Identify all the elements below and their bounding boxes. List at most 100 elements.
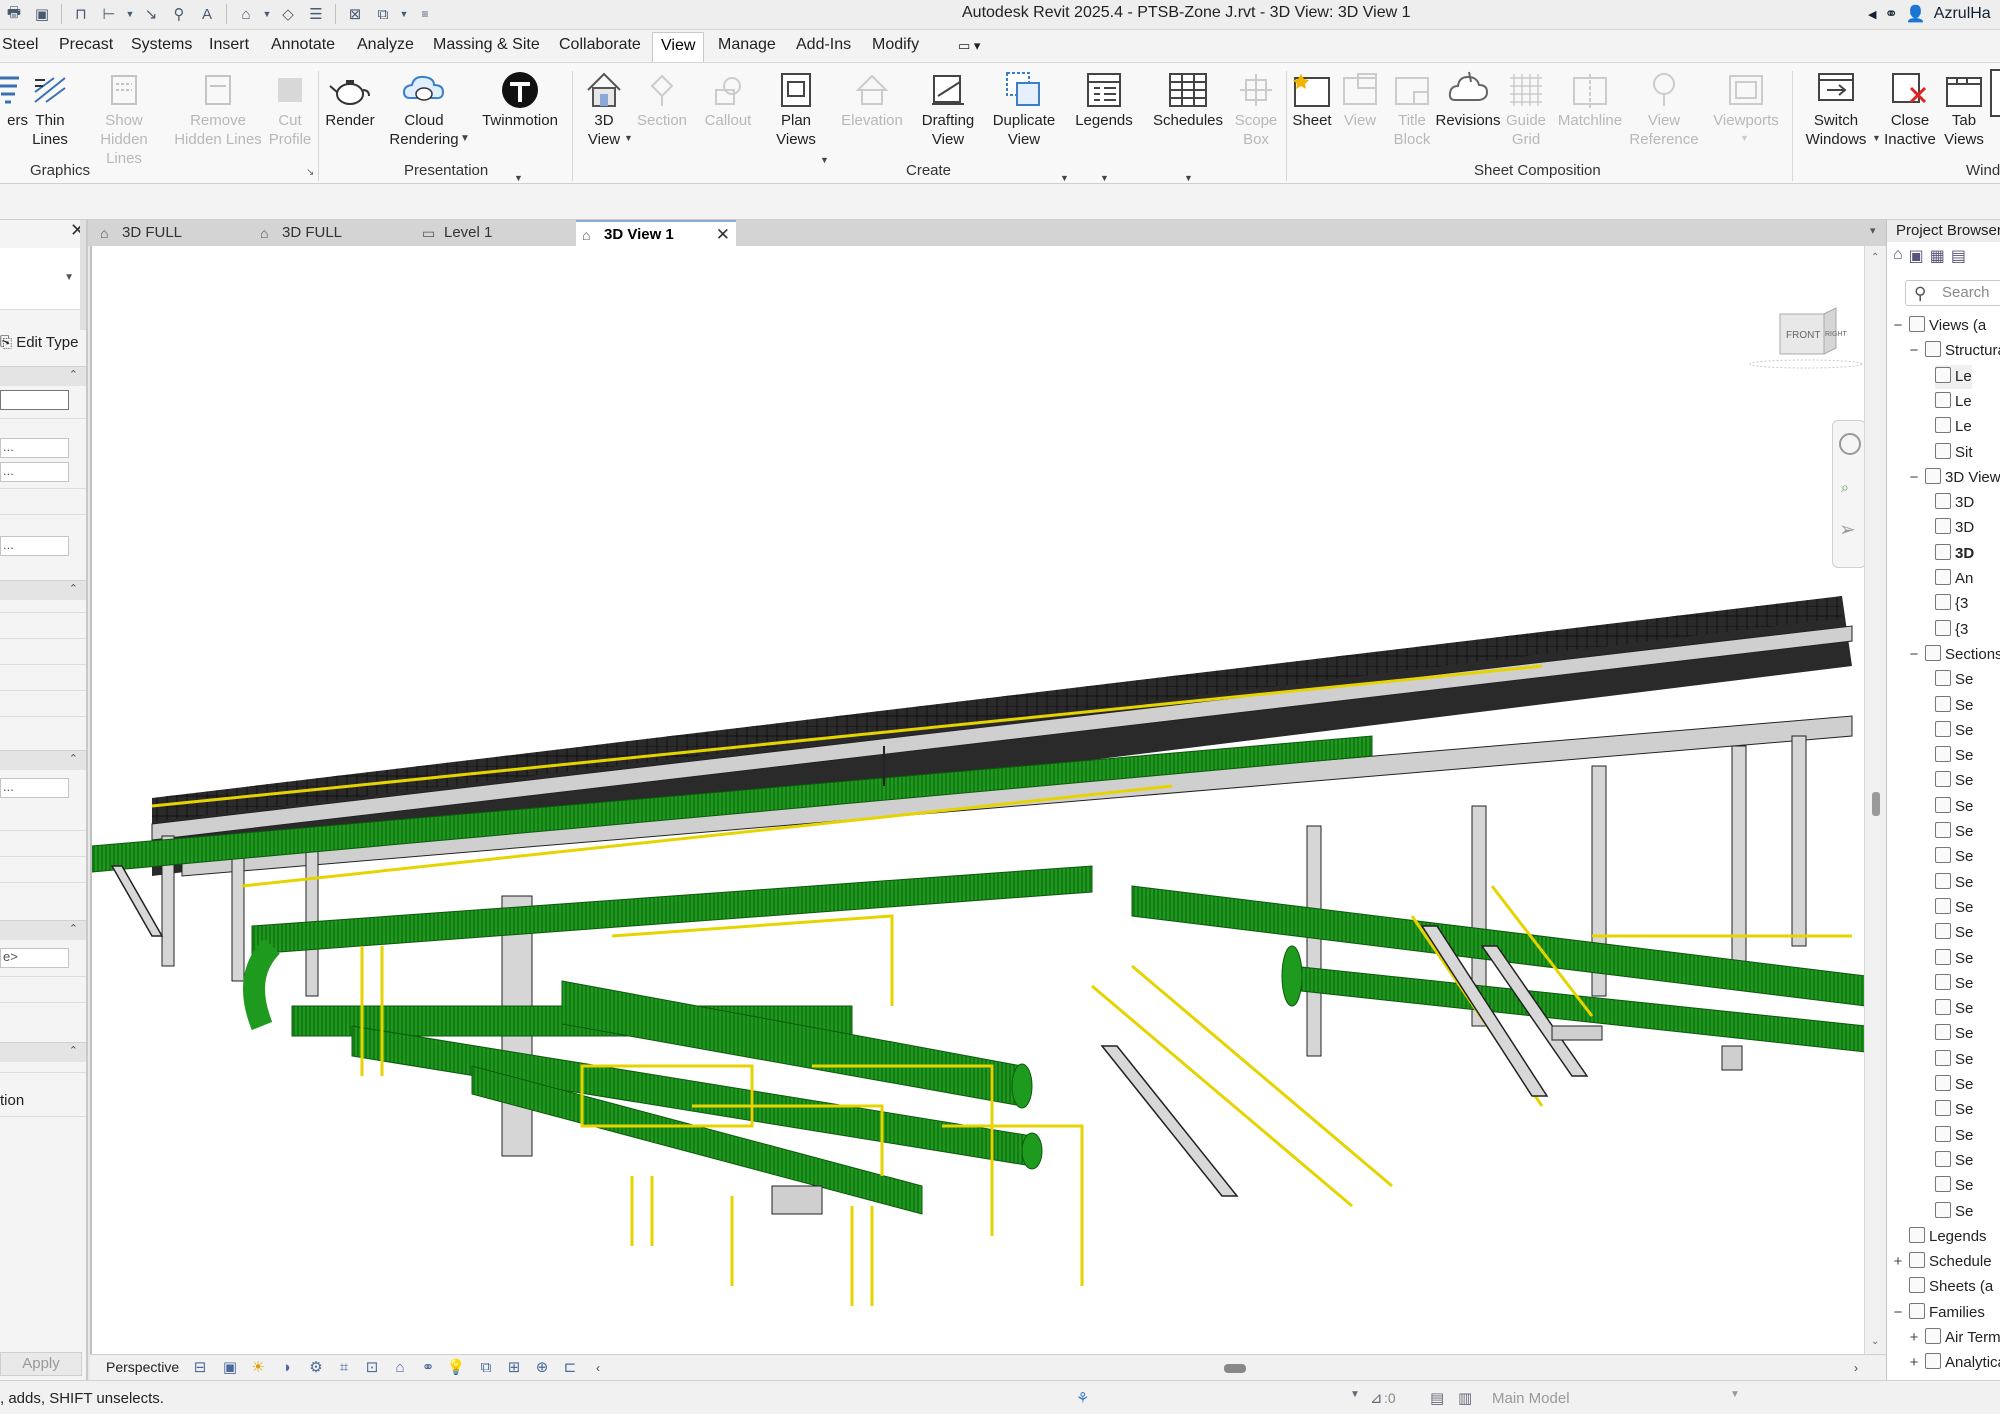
editing-requests-icon[interactable]: ▥: [1458, 1389, 1472, 1407]
detail-level-icon[interactable]: ⊟: [190, 1359, 210, 1377]
shadows-icon[interactable]: ◑: [276, 1359, 296, 1377]
pan-icon[interactable]: ➢: [1839, 517, 1856, 542]
tree-node[interactable]: Sheets (a: [1891, 1275, 1993, 1299]
tree-node[interactable]: Se: [1935, 744, 1973, 768]
tree-node[interactable]: Le: [1935, 415, 1972, 439]
properties-section-header[interactable]: ⌃: [0, 750, 86, 770]
tree-node[interactable]: Se: [1935, 1022, 1973, 1046]
tree-node[interactable]: Se: [1935, 769, 1973, 793]
3d-model-canvas[interactable]: [92, 246, 1866, 1354]
temporary-hide-icon[interactable]: ⚭: [418, 1359, 438, 1377]
scroll-down-icon[interactable]: ⌄: [1871, 1336, 1879, 1347]
selection-filter-icon[interactable]: ⊿: [1370, 1389, 1383, 1407]
apply-button[interactable]: Apply: [0, 1352, 82, 1376]
tree-node[interactable]: + Air Termi: [1907, 1326, 2000, 1350]
design-options-icon[interactable]: ▤: [1430, 1389, 1444, 1407]
twinmotion-dropdown-icon[interactable]: ▼: [514, 173, 523, 183]
properties-section-header[interactable]: ⌃: [0, 580, 86, 600]
viewports-button[interactable]: Viewports: [1704, 69, 1788, 130]
expand-toggle-icon[interactable]: −: [1907, 643, 1921, 667]
dropdown-icon[interactable]: ▼: [125, 3, 135, 25]
viewcube[interactable]: FRONT RIGHT: [1746, 306, 1863, 369]
property-button-field[interactable]: ...: [0, 778, 69, 798]
tree-node[interactable]: Se: [1935, 668, 1973, 692]
tree-node[interactable]: Se: [1935, 1098, 1973, 1122]
tree-node[interactable]: Se: [1935, 871, 1973, 895]
matchline-button[interactable]: Matchline: [1548, 69, 1632, 130]
view-tab-3d-full-2[interactable]: ⌂ 3D FULL: [254, 220, 414, 246]
tree-node[interactable]: Le: [1935, 365, 1972, 389]
view-tab-3d-view-1[interactable]: ⌂ 3D View 1 ✕: [576, 220, 736, 246]
dropdown-icon[interactable]: ▼: [262, 3, 272, 25]
viewports-dropdown-icon[interactable]: ▼: [1740, 133, 1749, 143]
section-icon[interactable]: ◇: [276, 3, 300, 25]
switch-windows-icon[interactable]: ⧉: [371, 3, 395, 25]
zoom-icon[interactable]: ⌕: [1841, 479, 1857, 495]
cloud-rendering-dropdown-icon[interactable]: ▼: [460, 133, 470, 144]
print-icon[interactable]: 🖶: [2, 3, 26, 25]
edit-type-button[interactable]: ⎘ Edit Type: [0, 334, 78, 351]
expand-icon[interactable]: ▣: [1909, 246, 1924, 266]
tree-node[interactable]: Se: [1935, 820, 1973, 844]
property-button-field[interactable]: ...: [0, 536, 69, 556]
close-inactive-icon[interactable]: ⊠: [343, 3, 367, 25]
tab-steel[interactable]: Steel: [2, 36, 38, 54]
tree-node[interactable]: + Analytica: [1907, 1351, 2000, 1375]
view-filter-icon[interactable]: ▦: [1930, 246, 1945, 266]
analytical-model-icon[interactable]: ⊕: [532, 1359, 552, 1377]
tree-node[interactable]: Se: [1935, 997, 1973, 1021]
show-crop-region-icon[interactable]: ⊡: [362, 1359, 382, 1377]
properties-section-header[interactable]: ⌃: [0, 920, 86, 940]
tree-node[interactable]: Se: [1935, 694, 1973, 718]
tab-collaborate[interactable]: Collaborate: [559, 36, 641, 54]
expand-toggle-icon[interactable]: −: [1891, 314, 1905, 338]
3d-view-dropdown-icon[interactable]: ▼: [624, 133, 633, 143]
viewcube-right-face[interactable]: RIGHT: [1825, 331, 1848, 338]
drafting-view-button[interactable]: Drafting View: [908, 69, 988, 149]
tile-views-icon[interactable]: [1990, 69, 2000, 117]
view-tab-3d-full-1[interactable]: ⌂ 3D FULL: [94, 220, 252, 246]
tab-add-ins[interactable]: Add-Ins: [796, 36, 851, 54]
thin-lines-button[interactable]: Thin Lines: [10, 69, 90, 149]
elevation-button[interactable]: Elevation: [830, 69, 914, 130]
home-icon[interactable]: ⌂: [1893, 246, 1903, 266]
properties-section-header[interactable]: ⌃: [0, 1042, 86, 1062]
legends-dropdown-icon[interactable]: ▼: [1100, 173, 1109, 183]
expand-toggle-icon[interactable]: −: [1891, 1301, 1905, 1325]
binoculars-icon[interactable]: ⚭: [1884, 4, 1897, 24]
tree-node[interactable]: Se: [1935, 1048, 1973, 1072]
rendering-dialog-icon[interactable]: ⚙: [306, 1359, 326, 1377]
tree-node[interactable]: Se: [1935, 921, 1973, 945]
reveal-hidden-icon[interactable]: 💡: [446, 1359, 466, 1377]
measure-icon[interactable]: ⊓: [69, 3, 93, 25]
contextual-tab-dropdown-icon[interactable]: ▭ ▾: [958, 38, 980, 54]
close-views-icon[interactable]: ▣: [30, 3, 54, 25]
property-button-field[interactable]: ...: [0, 438, 69, 458]
tab-annotate[interactable]: Annotate: [271, 36, 335, 54]
design-option-dropdown-icon[interactable]: ▼: [1730, 1389, 1740, 1400]
tree-node[interactable]: Se: [1935, 795, 1973, 819]
tree-node[interactable]: Legends: [1891, 1225, 1987, 1249]
scrollbar-thumb[interactable]: [1872, 792, 1880, 816]
tree-node[interactable]: Sit: [1935, 441, 1973, 465]
tree-node[interactable]: Se: [1935, 1149, 1973, 1173]
viewport-vertical-scrollbar[interactable]: ⌃ ⌄: [1864, 246, 1886, 1354]
3d-viewport[interactable]: FRONT RIGHT ⌕ ➢: [90, 246, 1866, 1354]
project-browser-search[interactable]: ⚲ Search: [1905, 280, 2000, 306]
show-hidden-lines-button[interactable]: Show Hidden Lines: [82, 69, 166, 168]
tree-node[interactable]: Se: [1935, 1073, 1973, 1097]
crop-view-icon[interactable]: ⌗: [334, 1359, 354, 1377]
tree-node[interactable]: Se: [1935, 1174, 1973, 1198]
tree-node[interactable]: Se: [1935, 719, 1973, 743]
tab-view[interactable]: View: [652, 32, 705, 63]
active-design-option[interactable]: Main Model: [1492, 1390, 1570, 1407]
tree-node[interactable]: Se: [1935, 1124, 1973, 1148]
tree-node[interactable]: Se: [1935, 896, 1973, 920]
view-reference-button[interactable]: View Reference: [1622, 69, 1706, 149]
worksets-icon[interactable]: ⚘: [1076, 1389, 1089, 1407]
text-icon[interactable]: A: [195, 3, 219, 25]
property-dropdown-field[interactable]: e>: [0, 948, 69, 968]
tab-modify[interactable]: Modify: [872, 36, 919, 54]
tree-node[interactable]: Se: [1935, 947, 1973, 971]
tree-node[interactable]: An: [1935, 567, 1973, 591]
